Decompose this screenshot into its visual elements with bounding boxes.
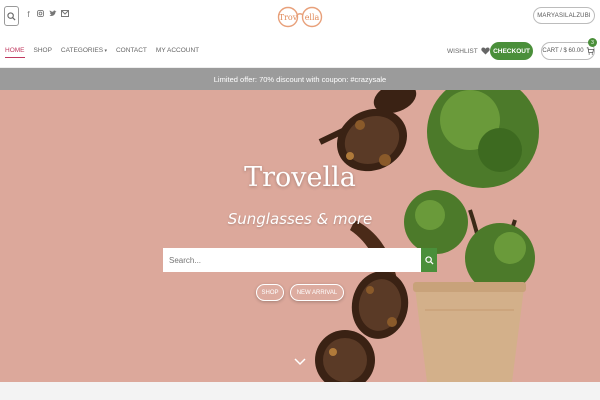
shop-button-label: SHOP bbox=[261, 289, 279, 296]
hero-banner: Trovella Sunglasses & more SHOP NEW ARRI… bbox=[0, 90, 600, 382]
new-arrival-button[interactable]: NEW ARRIVAL bbox=[290, 284, 344, 301]
search-button[interactable] bbox=[4, 6, 19, 26]
promo-bar: Limited offer: 70% discount with coupon:… bbox=[0, 68, 600, 90]
wishlist-link[interactable]: WISHLIST bbox=[447, 47, 490, 55]
hero-search-input[interactable] bbox=[163, 248, 421, 272]
twitter-icon[interactable] bbox=[49, 10, 57, 19]
cart-icon bbox=[586, 47, 594, 55]
facebook-icon[interactable]: f bbox=[25, 10, 32, 19]
envelope-icon[interactable] bbox=[61, 10, 69, 19]
nav-item-categories[interactable]: CATEGORIES ▾ bbox=[61, 47, 107, 54]
promo-text: Limited offer: 70% discount with coupon:… bbox=[213, 74, 387, 84]
nav-item-shop[interactable]: SHOP bbox=[34, 47, 52, 54]
top-bar: f Trov ella MARYASILALZUBI bbox=[0, 0, 600, 34]
nav-item-categories-label: CATEGORIES bbox=[60, 47, 104, 54]
scroll-down-icon[interactable] bbox=[294, 358, 306, 366]
hero-background-image bbox=[315, 90, 539, 382]
potted-plant-image bbox=[404, 90, 539, 382]
svg-text:Trov: Trov bbox=[279, 13, 298, 22]
instagram-icon[interactable] bbox=[37, 10, 44, 19]
account-button[interactable]: MARYASILALZUBI bbox=[533, 7, 595, 24]
cart-label: CART / $ 60.00 bbox=[542, 48, 584, 54]
new-arrival-button-label: NEW ARRIVAL bbox=[296, 289, 338, 296]
heart-icon bbox=[481, 47, 490, 55]
svg-text:ella: ella bbox=[305, 13, 320, 22]
hero-search-button[interactable] bbox=[421, 248, 437, 272]
checkout-label: CHECKOUT bbox=[493, 47, 530, 55]
wishlist-label: WISHLIST bbox=[447, 47, 478, 55]
search-icon bbox=[424, 255, 434, 265]
main-nav: HOME SHOP CATEGORIES ▾ CONTACT MY ACCOUN… bbox=[0, 34, 600, 68]
cart-count-badge: 3 bbox=[588, 38, 597, 47]
checkout-button[interactable]: CHECKOUT bbox=[490, 42, 533, 60]
sunglasses-bottom-image bbox=[315, 220, 409, 382]
nav-item-home[interactable]: HOME bbox=[5, 47, 25, 58]
nav-item-my-account[interactable]: MY ACCOUNT bbox=[156, 47, 199, 54]
page-bottom-strip bbox=[0, 382, 600, 400]
site-logo[interactable]: Trov ella bbox=[276, 4, 324, 28]
cart-button[interactable]: CART / $ 60.00 3 bbox=[541, 38, 597, 60]
account-label: MARYASILALZUBI bbox=[537, 12, 591, 19]
hero-title: Trovella bbox=[244, 162, 356, 193]
chevron-down-icon: ▾ bbox=[103, 48, 107, 54]
search-icon bbox=[7, 11, 16, 21]
nav-item-contact[interactable]: CONTACT bbox=[116, 47, 147, 54]
hero-subtitle: Sunglasses & more bbox=[227, 210, 373, 228]
nav-menu: HOME SHOP CATEGORIES ▾ CONTACT MY ACCOUN… bbox=[5, 47, 199, 58]
shop-button[interactable]: SHOP bbox=[256, 284, 284, 301]
social-links: f bbox=[25, 10, 69, 19]
